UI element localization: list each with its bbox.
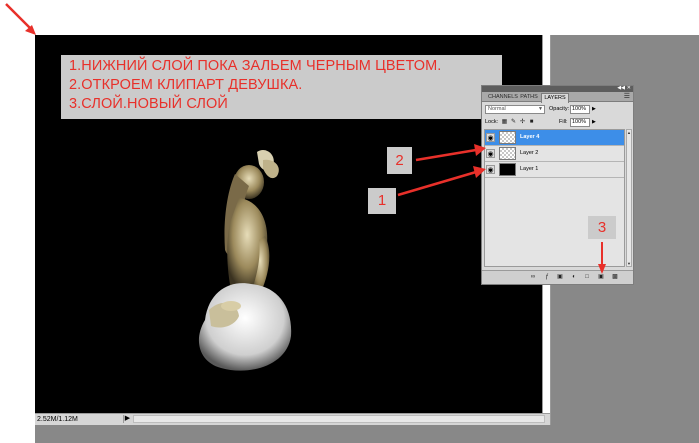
arrow-to-new-layer-button bbox=[598, 242, 606, 274]
arrow-to-layer-1 bbox=[397, 166, 486, 197]
annotation-arrows bbox=[397, 144, 606, 274]
arrow-to-layer-2 bbox=[415, 144, 486, 162]
